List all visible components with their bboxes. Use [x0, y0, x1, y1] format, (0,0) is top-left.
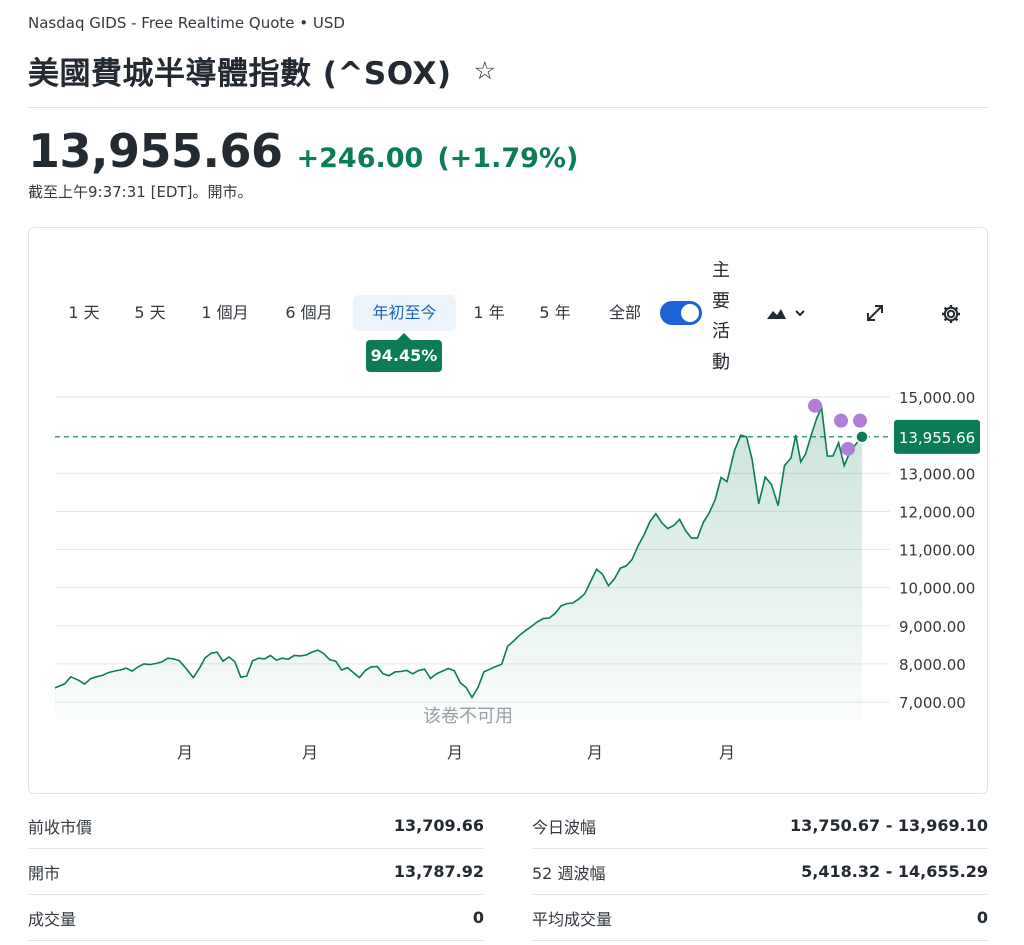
- range-1m[interactable]: 1 個月: [192, 295, 258, 331]
- toggle-knob: [681, 304, 699, 322]
- stat-label: 52 週波幅: [532, 863, 606, 883]
- range-ytd[interactable]: 年初至今: [353, 295, 456, 331]
- stat-52wk-range: 52 週波幅 5,418.32 - 14,655.29: [532, 849, 988, 895]
- page-title: 美國費城半導體指數 (^SOX): [28, 56, 452, 92]
- range-5d[interactable]: 5 天: [126, 295, 174, 331]
- stat-open: 開市 13,787.92: [28, 849, 484, 895]
- stat-prev-close: 前收市價 13,709.66: [28, 803, 484, 849]
- key-events-toggle[interactable]: [660, 301, 702, 325]
- range-1y[interactable]: 1 年: [466, 295, 512, 331]
- quote-row: 13,955.66 +246.00 (+1.79%): [28, 124, 578, 178]
- stat-label: 成交量: [28, 909, 77, 929]
- range-all[interactable]: 全部: [600, 295, 650, 331]
- performance-badge: 94.45%: [366, 333, 442, 372]
- stat-day-range: 今日波幅 13,750.67 - 13,969.10: [532, 803, 988, 849]
- range-1d[interactable]: 1 天: [60, 295, 108, 331]
- stat-value: 0: [472, 908, 484, 927]
- gear-icon[interactable]: [940, 303, 962, 325]
- stat-label: 今日波幅: [532, 817, 597, 837]
- stat-volume: 成交量 0: [28, 895, 484, 941]
- stat-label: 平均成交量: [532, 909, 613, 929]
- price-change-percent: (+1.79%): [437, 143, 579, 174]
- divider: [28, 107, 988, 108]
- title-row: 美國費城半導體指數 (^SOX) ☆: [28, 48, 496, 93]
- stat-avg-volume: 平均成交量 0: [532, 895, 988, 941]
- stat-value: 13,709.66: [393, 816, 484, 835]
- chart-watermark: 该卷不可用: [423, 706, 513, 727]
- expand-icon[interactable]: [864, 302, 886, 324]
- mountain-chart-icon[interactable]: [764, 302, 810, 324]
- price-change: +246.00: [296, 143, 424, 174]
- key-events-label: 主要活動: [712, 260, 730, 373]
- price: 13,955.66: [28, 124, 283, 178]
- exchange-info: Nasdaq GIDS - Free Realtime Quote • USD: [28, 14, 345, 32]
- stat-value: 5,418.32 - 14,655.29: [801, 862, 988, 881]
- market-time: 截至上午9:37:31 [EDT]。開市。: [28, 183, 253, 201]
- stat-value: 0: [976, 908, 988, 927]
- range-6m[interactable]: 6 個月: [275, 295, 343, 331]
- stat-label: 前收市價: [28, 817, 93, 837]
- range-5y[interactable]: 5 年: [530, 295, 580, 331]
- stat-value: 13,750.67 - 13,969.10: [790, 816, 988, 835]
- star-icon[interactable]: ☆: [474, 58, 496, 83]
- stat-value: 13,787.92: [393, 862, 484, 881]
- stat-label: 開市: [28, 863, 61, 883]
